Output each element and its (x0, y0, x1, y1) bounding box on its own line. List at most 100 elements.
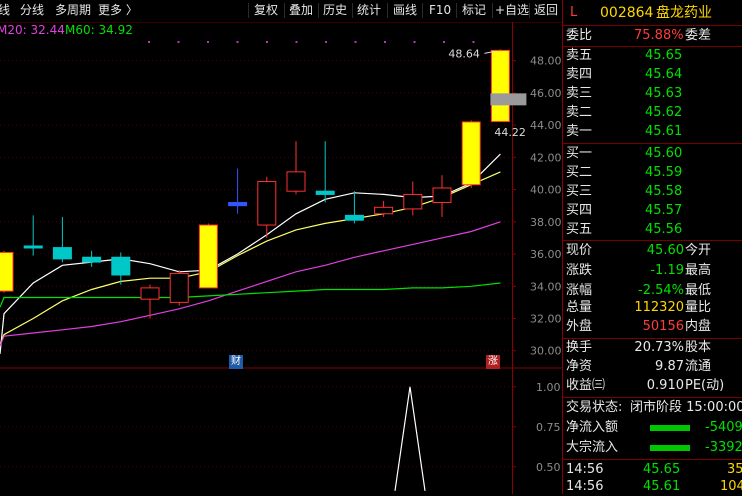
candle-body (23, 245, 43, 249)
candle-body (374, 206, 394, 215)
candle-body (432, 187, 452, 203)
signal-dot (472, 41, 475, 43)
tick-time: 14:56 (566, 462, 604, 477)
toolbar-divider (387, 3, 388, 18)
ask-2-price[interactable]: 45.62 (645, 104, 682, 122)
price-tick-label: 48.00 (530, 55, 562, 68)
back-button[interactable]: 返回 (534, 0, 558, 21)
adjust-rights-button[interactable]: 复权 (254, 0, 278, 21)
trade-status-value: 闭市阶段 15:00:00 (630, 400, 742, 415)
indicator-chart[interactable]: 1.00 0.75 0.50 (0, 369, 562, 494)
bid-3-label: 买三 (566, 184, 593, 199)
commission-diff-label: 委差 (685, 28, 712, 43)
mark-button[interactable]: 标记 (462, 0, 486, 21)
ask-3-label: 卖三 (566, 86, 593, 101)
bid-4-price[interactable]: 45.57 (645, 202, 682, 220)
bid-5-label: 买五 (566, 222, 593, 237)
toolbar-divider (492, 3, 493, 18)
net-assets-value: 9.87 (655, 359, 684, 374)
signal-dot (177, 41, 180, 43)
price-tick-label: 36.00 (530, 248, 562, 261)
ask-4-price[interactable]: 45.64 (645, 66, 682, 84)
candlestick-chart[interactable]: 48.00 46.00 44.00 42.00 40.00 38.00 36.00 34.00… (0, 22, 562, 369)
toolbar-divider (352, 3, 353, 18)
block-inflow-bar (650, 445, 690, 451)
market-prefix: L (570, 5, 578, 20)
limit-up-marker[interactable]: 涨 (486, 355, 500, 369)
tick-volume: 35 (727, 462, 742, 477)
block-inflow-value: -3392 (705, 440, 742, 455)
stock-code: 002864 (600, 5, 654, 21)
candle-body (315, 190, 335, 195)
inner-volume-label: 内盘 (685, 319, 712, 334)
finance-event-marker[interactable]: 财 (229, 355, 243, 369)
toolbar-divider (248, 3, 249, 18)
change-pct-value: -2.54% (638, 283, 684, 298)
ma-line (0, 221, 501, 347)
ask-1-price[interactable]: 45.61 (645, 123, 682, 141)
candle-body (198, 224, 218, 289)
signal-dot (236, 41, 239, 43)
tick-price: 45.61 (643, 479, 681, 494)
bid-1-label: 买一 (566, 146, 593, 161)
toolbar-divider (284, 3, 285, 18)
price-tick-label: 34.00 (530, 280, 562, 293)
bid-2-label: 买二 (566, 165, 593, 180)
turnover-value: 20.73% (634, 340, 684, 355)
overlay-button[interactable]: 叠加 (289, 0, 313, 21)
bid-1-price[interactable]: 45.60 (645, 145, 682, 163)
candle-body (257, 181, 277, 226)
f10-button[interactable]: F10 (429, 0, 451, 21)
ask-3-price[interactable]: 45.63 (645, 85, 682, 103)
low-price-label: 44.22 (494, 126, 526, 139)
outer-volume-label: 外盘 (566, 319, 593, 334)
volume-label: 总量 (566, 300, 593, 315)
add-watchlist-button[interactable]: +自选 (495, 0, 529, 21)
price-value: 45.60 (646, 243, 684, 258)
chart-toolbar: 线 分线 多周期 更多 〉 复权 叠加 历史 统计 画线 F10 标记 +自选 … (0, 0, 562, 23)
tab-multi-period[interactable]: 多周期 (55, 0, 91, 21)
outer-volume-value: 50156 (642, 319, 684, 334)
candle-body (0, 251, 14, 292)
statistics-button[interactable]: 统计 (357, 0, 381, 21)
divider (562, 459, 742, 460)
signal-dot (207, 41, 209, 43)
candle-body (403, 193, 423, 210)
ask-5-label: 卖五 (566, 48, 593, 63)
change-value: -1.19 (650, 263, 684, 278)
commission-ratio-value: 75.88% (634, 28, 684, 43)
net-assets-label: 净资 (566, 359, 593, 374)
signal-dot (148, 41, 150, 43)
history-button[interactable]: 历史 (323, 0, 347, 21)
candle-body (111, 256, 131, 276)
signal-dot (266, 41, 268, 43)
divider (562, 25, 742, 26)
candle-body (228, 201, 248, 207)
bid-5-price[interactable]: 45.56 (645, 221, 682, 239)
candle-body (461, 121, 481, 186)
commission-ratio-label: 委比 (566, 28, 593, 43)
draw-line-button[interactable]: 画线 (393, 0, 417, 21)
tab-line[interactable]: 线 (0, 0, 10, 21)
bid-2-price[interactable]: 45.59 (645, 164, 682, 182)
current-price-tag (490, 93, 527, 106)
signal-dot (384, 41, 386, 43)
more-menu[interactable]: 更多 〉 (98, 0, 138, 21)
bid-4-label: 买四 (566, 203, 593, 218)
high-label: 最高 (685, 263, 712, 278)
tick-price: 45.65 (643, 462, 681, 477)
tab-minute-line[interactable]: 分线 (20, 0, 44, 21)
low-label: 最低 (685, 283, 712, 298)
ask-5-price[interactable]: 45.65 (645, 47, 682, 65)
toolbar-divider (318, 3, 319, 18)
signal-dot (354, 41, 357, 43)
share-capital-label: 股本 (685, 340, 712, 355)
price-tick-label: 44.00 (530, 119, 562, 132)
toolbar-divider (456, 3, 457, 18)
change-label: 涨跌 (566, 263, 593, 278)
candle-body (286, 171, 306, 192)
divider (562, 143, 742, 144)
divider (562, 240, 742, 241)
bid-3-price[interactable]: 45.58 (645, 183, 682, 201)
indicator-tick-label: 0.75 (536, 421, 561, 434)
